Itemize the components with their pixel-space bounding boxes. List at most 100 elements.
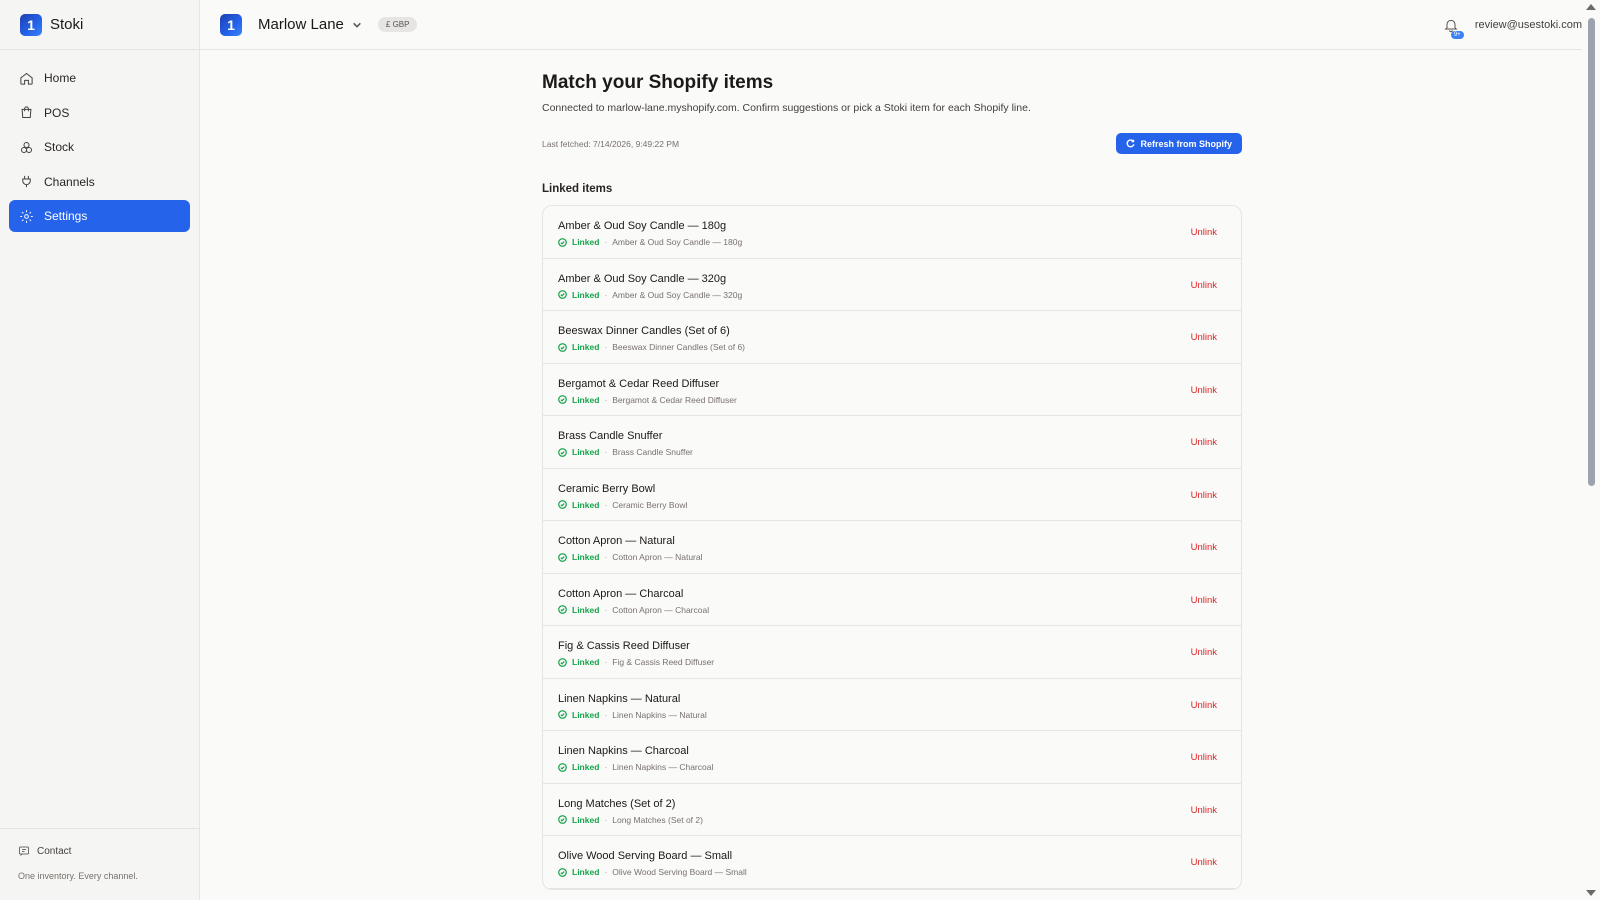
separator: ·	[604, 499, 608, 510]
notification-count-badge: 9+	[1450, 30, 1464, 39]
chevron-down-icon	[353, 22, 361, 28]
separator: ·	[604, 762, 608, 772]
user-email[interactable]: review@usestoki.com	[1475, 19, 1582, 31]
check-circle-icon	[558, 447, 567, 457]
sidebar-item-stock[interactable]: Stock	[9, 131, 190, 163]
unlink-button[interactable]: Unlink	[1191, 595, 1217, 606]
item-status: Linked · Ceramic Berry Bowl	[558, 500, 1226, 510]
check-circle-icon	[558, 290, 567, 299]
sidebar-item-label: Stock	[44, 140, 75, 154]
list-item: Amber & Oud Soy Candle — 180g Linked · Ambe…	[543, 206, 1241, 259]
last-fetched: Last fetched: 7/14/2026, 9:49:22 PM	[542, 138, 680, 149]
notifications-button[interactable]: 9+	[1443, 17, 1464, 39]
contact-link[interactable]: Contact	[18, 845, 181, 857]
item-status: Linked · Olive Wood Serving Board — Small	[558, 867, 1226, 877]
check-circle-icon	[558, 815, 567, 824]
separator: ·	[604, 709, 608, 720]
check-circle-icon	[558, 762, 567, 772]
separator: ·	[604, 447, 608, 457]
check-circle-icon	[558, 710, 567, 719]
currency-badge: £ GBP	[377, 17, 418, 32]
unlink-button[interactable]: Unlink	[1191, 805, 1217, 816]
sidebar-item-home[interactable]: Home	[9, 62, 190, 94]
linked-stoki-item: Fig & Cassis Reed Diffuser	[612, 657, 715, 667]
list-item: Cotton Apron — Charcoal Linked · Cotton Apr…	[543, 574, 1241, 626]
linked-stoki-item: Linen Napkins — Charcoal	[612, 762, 714, 772]
store-switcher[interactable]: 1 Marlow Lane	[220, 13, 362, 36]
shopping-bag-icon	[21, 106, 32, 118]
unlink-button[interactable]: Unlink	[1191, 332, 1217, 343]
list-item: Fig & Cassis Reed Diffuser Linked · Fig & C…	[543, 626, 1241, 679]
check-circle-icon	[558, 500, 567, 509]
sidebar-item-label: Settings	[44, 209, 88, 223]
unlink-button[interactable]: Unlink	[1191, 437, 1217, 448]
item-status: Linked · Bergamot & Cedar Reed Diffuser	[558, 395, 1226, 405]
topbar: 1 Marlow Lane £ GBP 9+ review@usestoki.c…	[200, 0, 1582, 50]
unlink-button[interactable]: Unlink	[1191, 647, 1217, 658]
scroll-down-arrow-icon[interactable]	[1586, 890, 1596, 896]
sidebar-brand[interactable]: 1 Stoki	[0, 0, 199, 50]
unlink-button[interactable]: Unlink	[1191, 385, 1217, 396]
status-label: Linked	[572, 447, 600, 457]
status-label: Linked	[572, 604, 600, 615]
gear-icon	[20, 209, 33, 223]
status-label: Linked	[572, 237, 600, 247]
unlink-button[interactable]: Unlink	[1191, 542, 1217, 553]
item-title: Amber & Oud Soy Candle — 180g	[558, 220, 727, 232]
list-item: Bergamot & Cedar Reed Diffuser Linked · Ber…	[543, 364, 1241, 416]
store-logo-icon: 1	[220, 13, 242, 36]
linked-stoki-item: Long Matches (Set of 2)	[612, 814, 703, 825]
scroll-thumb[interactable]	[1588, 18, 1595, 486]
list-item: Beeswax Dinner Candles (Set of 6) Linked ·…	[543, 311, 1241, 364]
sidebar-item-settings[interactable]: Settings	[9, 200, 190, 232]
separator: ·	[604, 237, 608, 247]
store-name: Marlow Lane	[258, 16, 344, 33]
list-item: Cotton Apron — Natural Linked · Cotton Apro…	[543, 521, 1241, 574]
linked-stoki-item: Ceramic Berry Bowl	[612, 499, 688, 510]
check-circle-icon	[558, 342, 567, 352]
sidebar-item-channels[interactable]: Channels	[9, 166, 190, 198]
separator: ·	[604, 552, 608, 562]
scroll-up-arrow-icon[interactable]	[1586, 4, 1596, 10]
list-item: Ceramic Berry Bowl Linked · Ceramic Berry B…	[543, 469, 1241, 521]
app-name: Stoki	[50, 16, 84, 33]
status-label: Linked	[572, 394, 600, 405]
item-title: Ceramic Berry Bowl	[558, 482, 656, 495]
tagline: One inventory. Every channel.	[18, 871, 138, 881]
unlink-button[interactable]: Unlink	[1191, 700, 1217, 711]
status-label: Linked	[572, 657, 600, 667]
item-status: Linked · Long Matches (Set of 2)	[558, 815, 1226, 825]
linked-stoki-item: Brass Candle Snuffer	[612, 447, 693, 457]
contact-label: Contact	[37, 845, 72, 857]
unlink-button[interactable]: Unlink	[1191, 227, 1217, 238]
item-status: Linked · Fig & Cassis Reed Diffuser	[558, 657, 1226, 667]
item-title: Long Matches (Set of 2)	[558, 797, 676, 810]
refresh-icon	[1127, 139, 1136, 148]
linked-stoki-item: Cotton Apron — Natural	[612, 552, 703, 562]
status-label: Linked	[572, 709, 600, 720]
sidebar-item-label: Channels	[44, 174, 95, 189]
item-status: Linked · Beeswax Dinner Candles (Set of 6)	[558, 342, 1226, 352]
item-title: Fig & Cassis Reed Diffuser	[558, 640, 690, 652]
unlink-button[interactable]: Unlink	[1191, 857, 1217, 868]
linked-stoki-item: Bergamot & Cedar Reed Diffuser	[612, 394, 737, 405]
unlink-button[interactable]: Unlink	[1191, 490, 1217, 501]
main-content: Match your Shopify items Connected to ma…	[542, 50, 1242, 890]
unlink-button[interactable]: Unlink	[1191, 280, 1217, 291]
item-title: Linen Napkins — Natural	[558, 692, 681, 705]
sidebar-item-pos[interactable]: POS	[9, 97, 190, 129]
status-label: Linked	[572, 762, 600, 772]
separator: ·	[604, 604, 608, 615]
home-icon	[20, 72, 33, 85]
page-subtitle: Connected to marlow-lane.myshopify.com. …	[542, 102, 1031, 114]
check-circle-icon	[558, 237, 567, 247]
list-item: Brass Candle Snuffer Linked · Brass Candle …	[543, 416, 1241, 469]
scrollbar[interactable]	[1582, 0, 1600, 900]
item-status: Linked · Cotton Apron — Charcoal	[558, 605, 1226, 615]
unlink-button[interactable]: Unlink	[1191, 752, 1217, 763]
separator: ·	[604, 289, 608, 300]
stoki-logo-icon: 1	[20, 13, 42, 36]
item-status: Linked · Linen Napkins — Charcoal	[558, 762, 1226, 772]
refresh-from-shopify-button[interactable]: Refresh from Shopify	[1116, 133, 1242, 154]
status-label: Linked	[572, 289, 600, 300]
